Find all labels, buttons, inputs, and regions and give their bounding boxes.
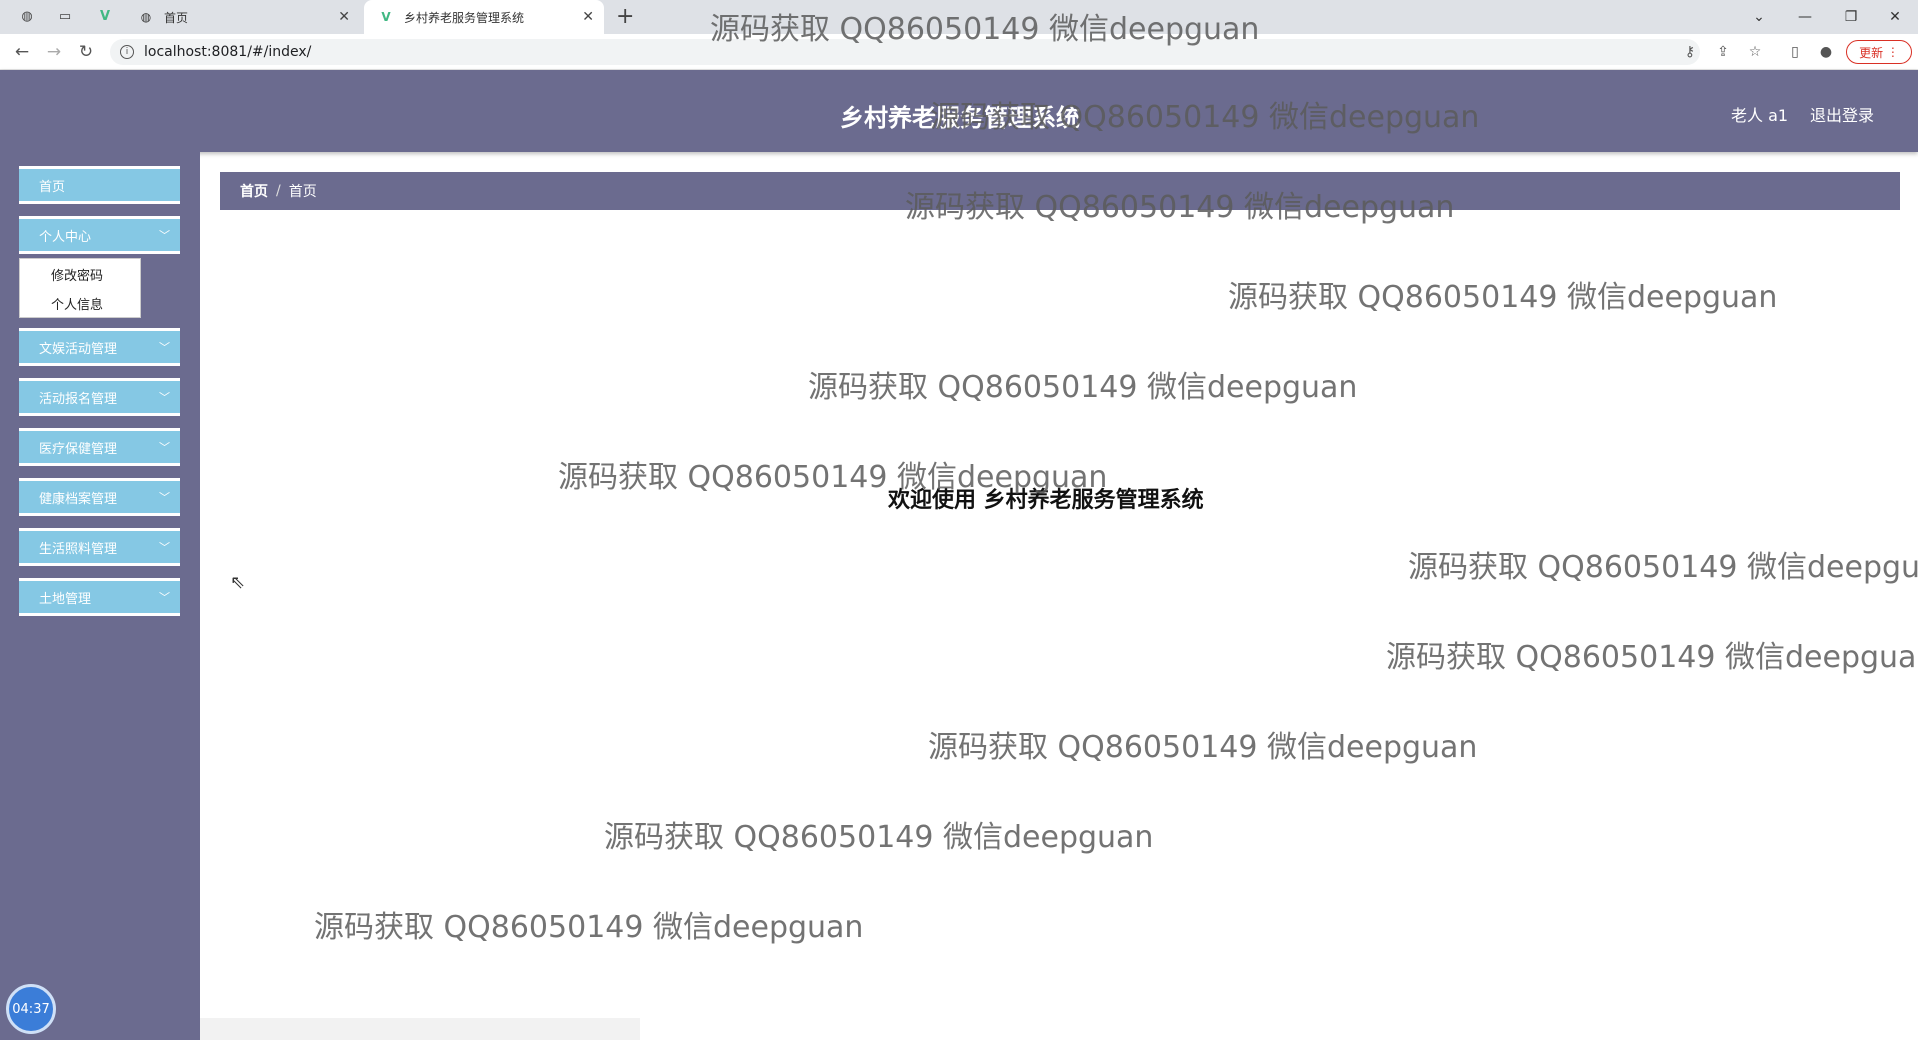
star-icon[interactable]: ☆ [1745, 42, 1765, 62]
sidebar: 首页 个人中心 ﹀ 修改密码 个人信息 文娱活动管理 ﹀ 活动报名管理 ﹀ 医疗… [0, 152, 200, 1040]
close-icon[interactable]: ✕ [338, 9, 350, 25]
sidebar-item-label: 医疗保健管理 [39, 441, 118, 457]
watermark: 源码获取 QQ86050149 微信deepguan [710, 12, 1260, 47]
chevron-down-icon: ﹀ [159, 341, 170, 354]
chevron-down-icon[interactable]: ⌄ [1736, 0, 1782, 34]
vue-logo-icon[interactable]: V [96, 7, 114, 25]
chevron-down-icon: ﹀ [159, 591, 170, 604]
sidebar-item-label: 个人中心 [39, 229, 92, 245]
watermark: 源码获取 QQ86050149 微信deepguan [808, 370, 1358, 405]
tab-home[interactable]: ◍ 首页 ✕ [124, 0, 360, 34]
chevron-down-icon: ﹀ [159, 229, 170, 242]
sidebar-icon[interactable]: ▯ [1785, 42, 1805, 62]
share-icon[interactable]: ⇪ [1713, 42, 1733, 62]
forward-icon[interactable]: → [42, 41, 66, 63]
url-text: localhost:8081/#/index/ [144, 44, 312, 60]
sidebar-item-label: 健康档案管理 [39, 491, 118, 507]
sidebar-item-personal-center[interactable]: 个人中心 ﹀ [19, 216, 180, 254]
mouse-cursor-icon: ⇖ [230, 572, 246, 593]
tab-label: 乡村养老服务管理系统 [404, 10, 525, 25]
sidebar-item-label: 文娱活动管理 [39, 341, 118, 357]
breadcrumb-separator: / [276, 183, 281, 199]
sidebar-item-medical[interactable]: 医疗保健管理 ﹀ [19, 428, 180, 466]
watermark: 源码获取 QQ86050149 微信deepguan [314, 910, 864, 945]
watermark: 源码获取 QQ86050149 微信deepguan [928, 730, 1478, 765]
watermark: 源码获取 QQ86050149 微信deepguan [558, 460, 1108, 495]
close-window-icon[interactable]: ✕ [1872, 0, 1918, 34]
personal-center-submenu: 修改密码 个人信息 [19, 258, 141, 318]
info-icon[interactable]: i [120, 45, 134, 59]
sidebar-item-label: 生活照料管理 [39, 541, 118, 557]
update-label: 更新 [1859, 45, 1884, 60]
chevron-down-icon: ﹀ [159, 491, 170, 504]
minimize-icon[interactable]: — [1782, 0, 1828, 34]
sidebar-item-land[interactable]: 土地管理 ﹀ [19, 578, 180, 616]
submenu-item-personal-info[interactable]: 个人信息 [51, 294, 103, 313]
vue-logo-icon: V [381, 10, 391, 24]
sidebar-item-label: 活动报名管理 [39, 391, 118, 407]
chevron-down-icon: ﹀ [159, 541, 170, 554]
globe-icon[interactable]: ◍ [18, 7, 36, 25]
watermark: 源码获取 QQ86050149 微信deepguan [1386, 640, 1918, 675]
tab-label: 首页 [164, 10, 189, 25]
sidebar-item-label: 土地管理 [39, 591, 92, 607]
key-icon[interactable]: ⚷ [1680, 42, 1700, 62]
clock-badge: 04:37 [6, 984, 56, 1034]
back-icon[interactable]: ← [10, 41, 34, 63]
tab-active[interactable]: V 乡村养老服务管理系统 ✕ [364, 0, 604, 34]
chevron-down-icon: ﹀ [159, 441, 170, 454]
user-name[interactable]: 老人 a1 [1731, 102, 1788, 126]
reload-icon[interactable]: ↻ [74, 41, 98, 63]
breadcrumb-home[interactable]: 首页 [240, 181, 268, 201]
update-button[interactable]: 更新 ⋮ [1846, 40, 1912, 64]
sidebar-item-entertainment[interactable]: 文娱活动管理 ﹀ [19, 328, 180, 366]
watermark: 源码获取 QQ86050149 微信deepguan [1228, 280, 1778, 315]
watermark: 源码获取 QQ86050149 微信deepguan [604, 820, 1154, 855]
horizontal-scrollbar[interactable] [200, 1018, 640, 1040]
globe-icon: ◍ [140, 10, 152, 24]
new-tab-icon[interactable]: + [616, 4, 634, 29]
chevron-down-icon: ﹀ [159, 391, 170, 404]
profile-icon[interactable]: ● [1816, 42, 1836, 62]
sidebar-item-label: 首页 [39, 179, 66, 195]
blank-tab-icon[interactable]: ▭ [56, 7, 74, 25]
watermark: 源码获取 QQ86050149 微信deepguan [905, 190, 1455, 225]
close-icon[interactable]: ✕ [582, 9, 594, 25]
logout-link[interactable]: 退出登录 [1810, 102, 1874, 126]
watermark: 源码获取 QQ86050149 微信deepguan [1408, 550, 1918, 585]
breadcrumb-current: 首页 [288, 184, 317, 200]
sidebar-item-life-care[interactable]: 生活照料管理 ﹀ [19, 528, 180, 566]
sidebar-item-health-records[interactable]: 健康档案管理 ﹀ [19, 478, 180, 516]
restore-icon[interactable]: ❐ [1828, 0, 1874, 34]
watermark: 源码获取 QQ86050149 微信deepguan [930, 100, 1480, 135]
sidebar-item-activity-signup[interactable]: 活动报名管理 ﹀ [19, 378, 180, 416]
submenu-item-change-password[interactable]: 修改密码 [51, 265, 103, 284]
sidebar-item-home[interactable]: 首页 [19, 166, 180, 204]
